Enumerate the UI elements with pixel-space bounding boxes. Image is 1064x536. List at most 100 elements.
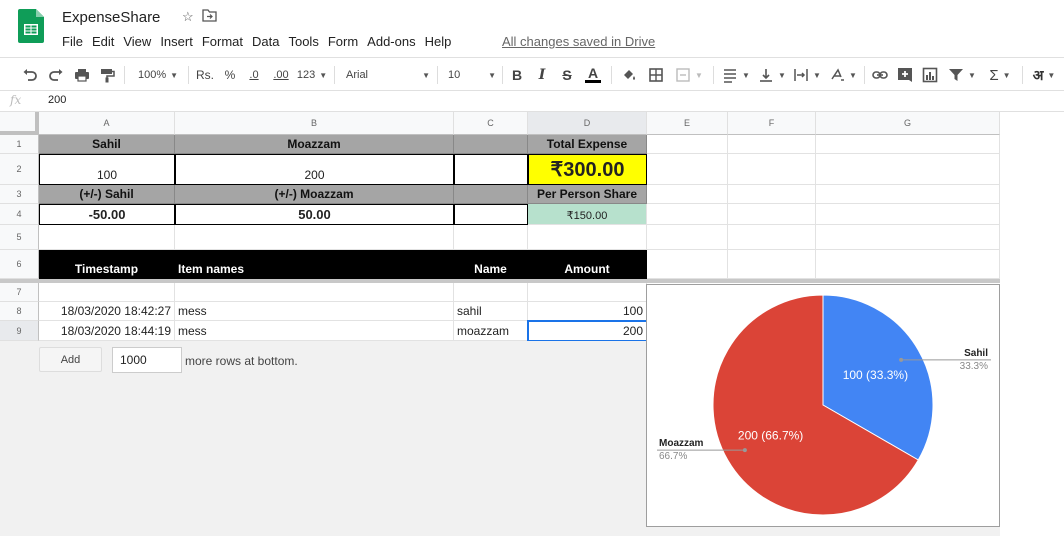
cell-a6[interactable]: Timestamp	[39, 250, 175, 279]
paint-format-icon[interactable]	[97, 65, 117, 85]
add-rows-count-input[interactable]	[112, 347, 182, 373]
cell-d3[interactable]: Per Person Share	[528, 185, 647, 204]
cell-a2[interactable]: 100	[39, 154, 175, 185]
star-icon[interactable]: ☆	[182, 9, 194, 25]
cell-e4[interactable]	[647, 204, 728, 225]
horizontal-align-icon[interactable]: ▼	[721, 65, 751, 85]
row-header-6[interactable]: 6	[0, 250, 39, 279]
cell-c8[interactable]: sahil	[454, 302, 528, 321]
menu-form[interactable]: Form	[328, 33, 363, 51]
vertical-align-icon[interactable]: ▼	[757, 65, 787, 85]
cell-d5[interactable]	[528, 225, 647, 250]
menu-tools[interactable]: Tools	[288, 33, 323, 51]
cell-a9[interactable]: 18/03/2020 18:44:19	[39, 321, 175, 341]
cell-c7[interactable]	[454, 283, 528, 302]
save-status-link[interactable]: All changes saved in Drive	[502, 34, 655, 49]
text-rotation-icon[interactable]: ▼	[828, 65, 858, 85]
fill-color-icon[interactable]	[619, 65, 639, 85]
cell-a7[interactable]	[39, 283, 175, 302]
italic-button[interactable]: I	[534, 65, 550, 85]
number-format-select[interactable]: 123 ▼	[296, 65, 328, 85]
menu-format[interactable]: Format	[202, 33, 248, 51]
cell-b2[interactable]: 200	[175, 154, 454, 185]
input-tools-button[interactable]: अ ▼	[1030, 65, 1058, 85]
menu-data[interactable]: Data	[252, 33, 284, 51]
decrease-decimal-button[interactable]: .0	[244, 65, 264, 85]
column-header-b[interactable]: B	[175, 112, 454, 135]
menu-file[interactable]: File	[62, 33, 88, 51]
cell-g2[interactable]	[816, 154, 1000, 185]
cell-c3[interactable]	[454, 185, 528, 204]
insert-chart-icon[interactable]	[921, 65, 939, 85]
redo-icon[interactable]	[46, 65, 66, 85]
cell-g6[interactable]	[816, 250, 1000, 279]
cell-f2[interactable]	[728, 154, 816, 185]
row-header-9[interactable]: 9	[0, 321, 39, 341]
filter-icon[interactable]: ▼	[946, 65, 978, 85]
cell-g3[interactable]	[816, 185, 1000, 204]
currency-format-button[interactable]: Rs.	[195, 65, 215, 85]
text-wrapping-icon[interactable]: ▼	[792, 65, 822, 85]
cell-c5[interactable]	[454, 225, 528, 250]
percent-format-button[interactable]: %	[222, 65, 238, 85]
row-header-8[interactable]: 8	[0, 302, 39, 321]
document-title[interactable]: ExpenseShare	[62, 9, 160, 26]
cell-a5[interactable]	[39, 225, 175, 250]
menu-view[interactable]: View	[123, 33, 156, 51]
cell-g4[interactable]	[816, 204, 1000, 225]
row-header-4[interactable]: 4	[0, 204, 39, 225]
cell-a1[interactable]: Sahil	[39, 135, 175, 154]
cell-b1[interactable]: Moazzam	[175, 135, 454, 154]
menu-edit[interactable]: Edit	[92, 33, 119, 51]
cell-d6[interactable]: Amount	[528, 250, 647, 279]
cell-c1[interactable]	[454, 135, 528, 154]
font-size-select[interactable]: 10 ▼	[448, 65, 496, 85]
cell-b4[interactable]: 50.00	[175, 204, 454, 225]
row-header-1[interactable]: 1	[0, 135, 39, 154]
column-header-g[interactable]: G	[816, 112, 1000, 135]
cell-b9[interactable]: mess	[175, 321, 454, 341]
cell-c6[interactable]: Name	[454, 250, 528, 279]
menu-add-ons[interactable]: Add-ons	[367, 33, 420, 51]
functions-button[interactable]: Σ ▼	[986, 65, 1014, 85]
print-icon[interactable]	[72, 65, 92, 85]
menu-help[interactable]: Help	[425, 33, 457, 51]
cell-b5[interactable]	[175, 225, 454, 250]
cell-d4[interactable]: ₹150.00	[528, 204, 647, 225]
cell-f5[interactable]	[728, 225, 816, 250]
cell-d8[interactable]: 100	[528, 302, 647, 321]
increase-decimal-button[interactable]: .00	[270, 65, 292, 85]
cell-a8[interactable]: 18/03/2020 18:42:27	[39, 302, 175, 321]
font-family-select[interactable]: Arial ▼	[346, 65, 430, 85]
cell-f6[interactable]	[728, 250, 816, 279]
formula-input[interactable]: 200	[48, 94, 66, 106]
zoom-select[interactable]: 100% ▼	[132, 65, 184, 85]
cell-b7[interactable]	[175, 283, 454, 302]
cell-d7[interactable]	[528, 283, 647, 302]
cell-b6[interactable]: Item names	[175, 250, 454, 279]
cell-g5[interactable]	[816, 225, 1000, 250]
cell-e1[interactable]	[647, 135, 728, 154]
row-header-2[interactable]: 2	[0, 154, 39, 185]
cell-g1[interactable]	[816, 135, 1000, 154]
undo-icon[interactable]	[20, 65, 40, 85]
column-header-d[interactable]: D	[528, 112, 647, 135]
column-header-e[interactable]: E	[647, 112, 728, 135]
sheets-logo-icon[interactable]	[18, 9, 44, 43]
cell-b3[interactable]: (+/-) Moazzam	[175, 185, 454, 204]
cell-c9[interactable]: moazzam	[454, 321, 528, 341]
cell-f4[interactable]	[728, 204, 816, 225]
insert-comment-icon[interactable]	[896, 65, 914, 85]
cell-a3[interactable]: (+/-) Sahil	[39, 185, 175, 204]
cell-f1[interactable]	[728, 135, 816, 154]
insert-link-icon[interactable]	[871, 65, 889, 85]
select-all-corner[interactable]	[0, 112, 39, 135]
cell-b8[interactable]: mess	[175, 302, 454, 321]
text-color-button[interactable]: A	[584, 65, 602, 85]
cell-a4[interactable]: -50.00	[39, 204, 175, 225]
cell-c4[interactable]	[454, 204, 528, 225]
cell-e5[interactable]	[647, 225, 728, 250]
row-header-3[interactable]: 3	[0, 185, 39, 204]
borders-icon[interactable]	[646, 65, 666, 85]
move-folder-icon[interactable]	[202, 9, 217, 22]
